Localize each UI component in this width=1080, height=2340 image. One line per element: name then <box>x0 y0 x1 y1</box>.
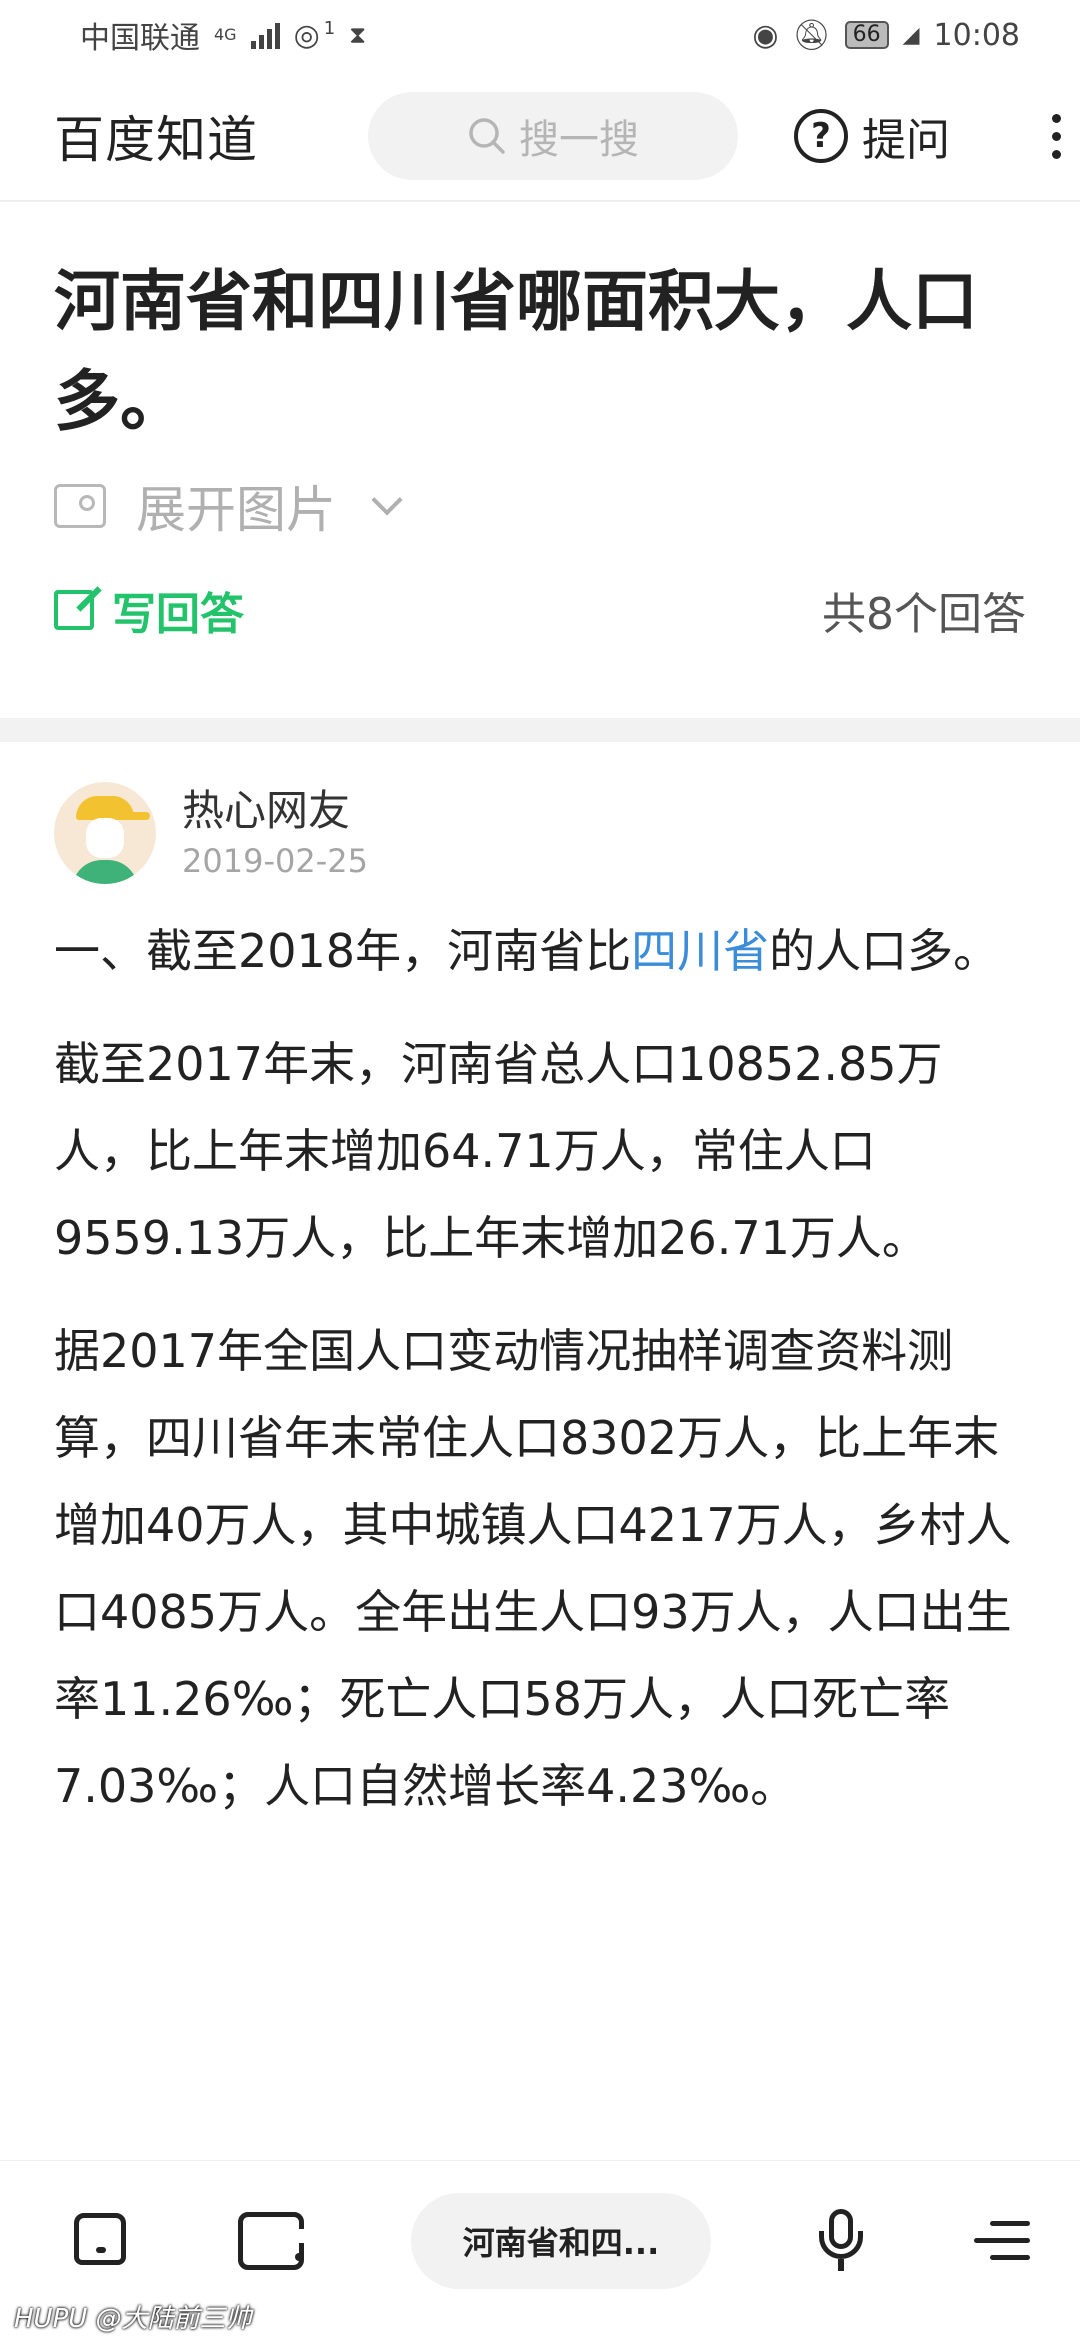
clock: 10:08 <box>933 17 1020 53</box>
battery-indicator: 66 <box>844 21 889 49</box>
expand-images-button[interactable]: 展开图片 <box>54 470 1026 542</box>
bell-off-icon: 🔕︎ <box>792 17 831 53</box>
answer-paragraph: 截至2017年末，河南省总人口10852.85万人，比上年末增加64.71万人，… <box>54 1037 943 1265</box>
author-meta: 热心网友 2019-02-25 <box>182 783 368 883</box>
answer-card: 热心网友 2019-02-25 一、截至2018年，河南省比四川省的人口多。 截… <box>0 742 1080 2150</box>
logo[interactable]: 百度知道 <box>54 100 314 172</box>
section-divider <box>0 718 1080 742</box>
image-icon <box>54 484 106 528</box>
status-bar: 中国联通 4G ◎ 1 ⧗ ◉ 🔕︎ 66 ◢ 10:08 <box>0 0 1080 70</box>
answer-paragraph: 一、截至2018年，河南省比四川省的人口多。 <box>54 908 1026 995</box>
hourglass-icon: ⧗ <box>349 21 367 49</box>
eye-icon: ◉ <box>752 17 779 53</box>
answer-body: 一、截至2018年，河南省比四川省的人口多。 截至2017年末，河南省总人口10… <box>54 908 1026 1830</box>
carrier-label: 中国联通 <box>80 21 200 56</box>
author-name: 热心网友 <box>182 786 351 835</box>
search-placeholder: 搜一搜 <box>519 117 639 163</box>
sim-slot-label: 1 <box>323 17 336 39</box>
ask-button[interactable]: ? 提问 <box>794 104 950 168</box>
question-actions: 写回答 共8个回答 <box>54 578 1026 642</box>
signal-icon <box>250 21 280 49</box>
status-left: 中国联通 4G ◎ 1 ⧗ <box>80 13 366 57</box>
answer-text: 的人口多。 <box>769 924 1000 978</box>
answer-text: 一、截至2018年，河南省比 <box>54 924 632 978</box>
question-circle-icon: ? <box>794 109 848 163</box>
answer-count[interactable]: 共8个回答 <box>822 578 1026 642</box>
mic-icon[interactable] <box>818 2208 863 2273</box>
author-info[interactable]: 热心网友 2019-02-25 <box>54 782 1026 884</box>
write-answer-button[interactable]: 写回答 <box>54 578 244 642</box>
wifi-hotspot-icon: ◎ <box>293 17 320 53</box>
menu-icon[interactable] <box>970 2221 1030 2260</box>
answer-date: 2019-02-25 <box>182 842 368 880</box>
more-vertical-icon[interactable] <box>1046 113 1066 159</box>
chevron-down-icon <box>371 484 403 516</box>
sichuan-link[interactable]: 四川省 <box>631 924 769 978</box>
network-label: 4G <box>214 25 237 44</box>
question-section: 河南省和四川省哪面积大，人口多。 展开图片 写回答 共8个回答 <box>0 202 1080 718</box>
edit-icon <box>54 590 94 630</box>
write-answer-label: 写回答 <box>112 589 244 640</box>
leaf-icon: ◢ <box>902 22 920 48</box>
home-icon[interactable] <box>70 2212 130 2269</box>
app-bar: 百度知道 搜一搜 ? 提问 <box>0 72 1080 202</box>
ask-label: 提问 <box>862 115 950 166</box>
question-title: 河南省和四川省哪面积大，人口多。 <box>54 263 978 440</box>
avatar[interactable] <box>54 782 156 884</box>
search-input[interactable]: 搜一搜 <box>368 92 738 180</box>
watermark: HUPU @大陆前三帅 <box>14 2304 252 2334</box>
status-right: ◉ 🔕︎ 66 ◢ 10:08 <box>752 18 1020 53</box>
search-icon <box>469 118 505 154</box>
expand-images-label: 展开图片 <box>136 481 336 539</box>
answer-paragraph: 据2017年全国人口变动情况抽样调查资料测算，四川省年末常住人口8302万人，比… <box>54 1324 1012 1813</box>
tabs-icon[interactable] <box>237 2211 308 2270</box>
current-page-button[interactable]: 河南省和四... <box>411 2192 711 2289</box>
